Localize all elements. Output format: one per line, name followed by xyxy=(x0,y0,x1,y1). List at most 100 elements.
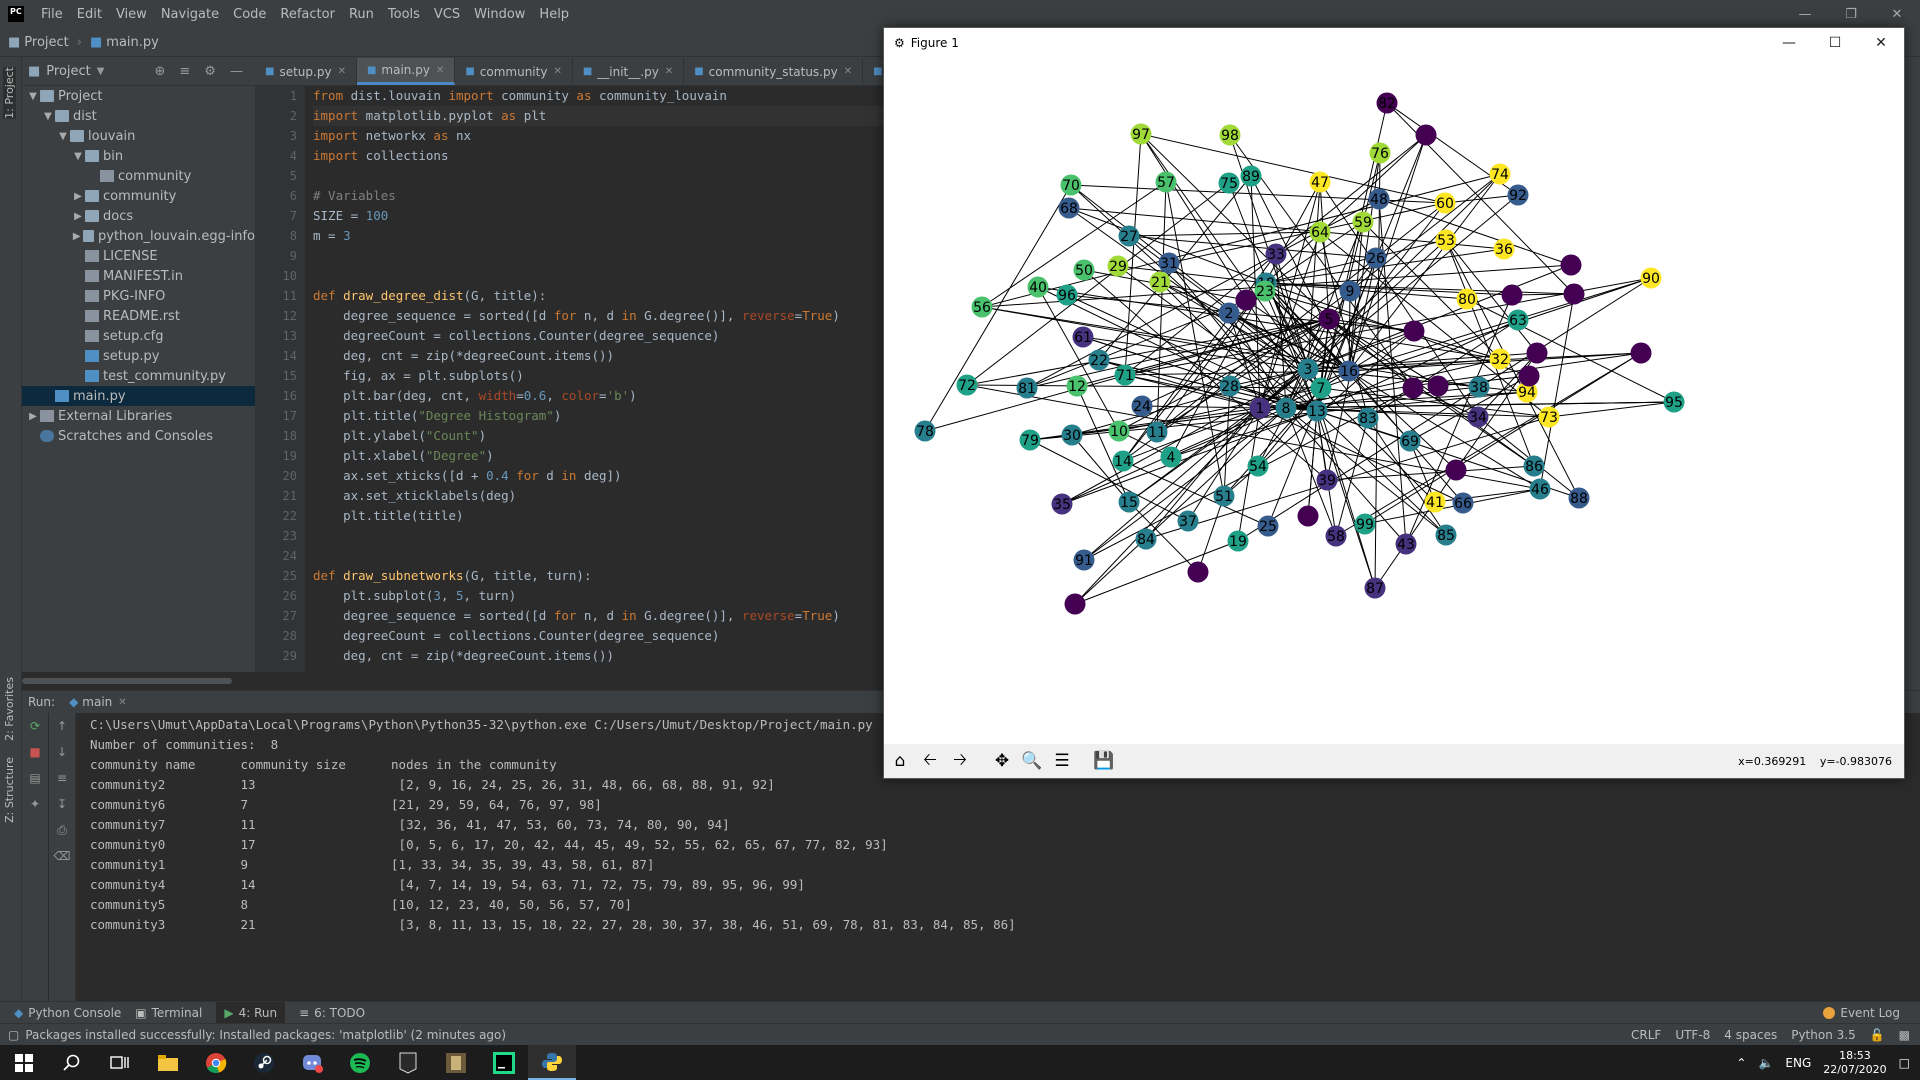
code-line[interactable]: SIZE = 100 xyxy=(313,206,883,226)
soft-wrap-icon[interactable]: ≡ xyxy=(49,765,75,791)
tree-item[interactable]: LICENSE xyxy=(22,246,255,266)
tree-item[interactable]: README.rst xyxy=(22,306,255,326)
indent-setting[interactable]: 4 spaces xyxy=(1724,1028,1777,1042)
gear-icon[interactable]: ⚙ xyxy=(204,64,216,79)
tree-item[interactable]: Scratches and Consoles xyxy=(22,426,255,446)
code-line[interactable]: degreeCount = collections.Counter(degree… xyxy=(313,326,883,346)
code-line[interactable]: degreeCount = collections.Counter(degree… xyxy=(313,626,883,646)
clock[interactable]: 18:53 22/07/2020 xyxy=(1823,1049,1886,1077)
tab-structure[interactable]: Z: Structure xyxy=(3,757,16,823)
tree-item[interactable]: ▼ Project xyxy=(22,86,255,106)
steam-icon[interactable] xyxy=(240,1045,288,1080)
code-line[interactable]: plt.subplot(3, 5, turn) xyxy=(313,586,883,606)
code-line[interactable]: from dist.louvain import community as co… xyxy=(313,86,883,106)
code-line[interactable]: import networkx as nx xyxy=(313,126,883,146)
menu-refactor[interactable]: Refactor xyxy=(273,7,342,22)
code-line[interactable]: import collections xyxy=(313,146,883,166)
task-view-icon[interactable] xyxy=(96,1045,144,1080)
tab-run[interactable]: ▶ 4: Run xyxy=(216,1002,286,1024)
memory-icon[interactable]: ▩ xyxy=(1899,1028,1910,1042)
code-line[interactable]: ​ xyxy=(313,546,883,566)
interpreter[interactable]: Python 3.5 xyxy=(1791,1028,1856,1042)
chevron-down-icon[interactable]: ▼ xyxy=(41,111,55,122)
trash-icon[interactable]: ⌫ xyxy=(49,843,75,869)
menu-vcs[interactable]: VCS xyxy=(427,7,467,22)
code-line[interactable]: plt.title("Degree Histogram") xyxy=(313,406,883,426)
code-line[interactable]: ​ xyxy=(313,166,883,186)
tree-item[interactable]: ▶ python_louvain.egg-info xyxy=(22,226,255,246)
editor-tab[interactable]: ■ __init__.py ✕ xyxy=(573,58,685,85)
close-tab-icon[interactable]: ✕ xyxy=(436,65,444,76)
breadcrumb-project[interactable]: Project xyxy=(24,35,68,50)
tree-item[interactable]: setup.cfg xyxy=(22,326,255,346)
code-line[interactable]: ​ xyxy=(313,246,883,266)
chevron-right-icon[interactable]: ▶ xyxy=(71,191,85,202)
editor-tab[interactable]: ■comm xyxy=(863,58,885,85)
close-tab-icon[interactable]: ✕ xyxy=(118,697,126,708)
tree-item[interactable]: ▶ community xyxy=(22,186,255,206)
configure-subplots-icon[interactable]: ☰ xyxy=(1048,747,1076,775)
forward-icon[interactable]: 🡢 xyxy=(946,747,974,775)
code-line[interactable]: def draw_degree_dist(G, title): xyxy=(313,286,883,306)
chevron-down-icon[interactable]: ▼ xyxy=(26,91,40,102)
close-tab-icon[interactable]: ✕ xyxy=(844,66,852,77)
locate-icon[interactable]: ⊕ xyxy=(154,64,165,79)
run-config-tab[interactable]: ◆ main ✕ xyxy=(69,695,127,709)
file-explorer-icon[interactable] xyxy=(144,1045,192,1080)
event-log-button[interactable]: Event Log xyxy=(1823,1006,1900,1020)
figure-canvas[interactable]: 82 97 98 76 74 47 89 70 57 75 92 48 60 68 59 64 53 27 36 33… xyxy=(884,58,1904,748)
zoom-icon[interactable]: 🔍 xyxy=(1018,747,1046,775)
code-line[interactable]: plt.bar(deg, cnt, width=0.6, color='b') xyxy=(313,386,883,406)
epic-games-icon[interactable] xyxy=(384,1045,432,1080)
chevron-down-icon[interactable]: ▼ xyxy=(71,151,85,162)
search-icon[interactable] xyxy=(48,1045,96,1080)
language-indicator[interactable]: ENG xyxy=(1785,1056,1811,1070)
tree-item[interactable]: ▶ docs xyxy=(22,206,255,226)
tab-project[interactable]: 1: Project xyxy=(3,67,16,119)
menu-view[interactable]: View xyxy=(109,7,154,22)
menu-navigate[interactable]: Navigate xyxy=(154,7,226,22)
code-line[interactable]: fig, ax = plt.subplots() xyxy=(313,366,883,386)
home-icon[interactable]: ⌂ xyxy=(886,747,914,775)
close-tab-icon[interactable]: ✕ xyxy=(338,66,346,77)
code-line[interactable]: degree_sequence = sorted([d for n, d in … xyxy=(313,306,883,326)
back-icon[interactable]: 🡠 xyxy=(916,747,944,775)
code-line[interactable]: def draw_subnetworks(G, title, turn): xyxy=(313,566,883,586)
breadcrumb-file[interactable]: main.py xyxy=(106,35,159,50)
pin-icon[interactable]: ✦ xyxy=(22,791,48,817)
pan-icon[interactable]: ✥ xyxy=(988,747,1016,775)
tree-item[interactable]: ▼ bin xyxy=(22,146,255,166)
editor-tab[interactable]: ■ community ✕ xyxy=(455,58,573,85)
arrow-down-icon[interactable]: ↓ xyxy=(49,739,75,765)
menu-window[interactable]: Window xyxy=(467,7,532,22)
print-icon[interactable]: ⎙ xyxy=(49,817,75,843)
tree-item[interactable]: MANIFEST.in xyxy=(22,266,255,286)
code-editor[interactable]: from dist.louvain import community as co… xyxy=(313,86,883,672)
code-line[interactable]: plt.title(title) xyxy=(313,506,883,526)
tab-favorites[interactable]: 2: Favorites xyxy=(3,677,16,741)
editor-tab[interactable]: ■ setup.py ✕ xyxy=(255,58,357,85)
network-graph[interactable]: 8297 987674478970 57 759248 60685964 53273633… xyxy=(884,58,1904,748)
discord-icon[interactable] xyxy=(288,1045,336,1080)
editor-tab[interactable]: ■ main.py ✕ xyxy=(356,58,456,85)
code-line[interactable]: # Variables xyxy=(313,186,883,206)
spotify-icon[interactable] xyxy=(336,1045,384,1080)
chevron-down-icon[interactable]: ▼ xyxy=(97,66,105,77)
code-line[interactable]: deg, cnt = zip(*degreeCount.items()) xyxy=(313,346,883,366)
restore-icon[interactable]: ❐ xyxy=(1828,0,1874,28)
stop-icon[interactable]: ■ xyxy=(22,739,48,765)
chevron-right-icon[interactable]: ▶ xyxy=(26,411,40,422)
code-line[interactable]: ax.set_xticks([d + 0.4 for d in deg]) xyxy=(313,466,883,486)
close-tab-icon[interactable]: ✕ xyxy=(665,66,673,77)
python-figure-taskbar-icon[interactable] xyxy=(528,1045,576,1080)
tree-item[interactable]: PKG-INFO xyxy=(22,286,255,306)
close-tab-icon[interactable]: ✕ xyxy=(553,66,561,77)
tree-item[interactable]: ▼ dist xyxy=(22,106,255,126)
code-line[interactable]: ax.set_xticklabels(deg) xyxy=(313,486,883,506)
line-separator[interactable]: CRLF xyxy=(1631,1028,1661,1042)
tree-item[interactable]: community xyxy=(22,166,255,186)
chevron-down-icon[interactable]: ▼ xyxy=(56,131,70,142)
tree-item[interactable]: ▼ louvain xyxy=(22,126,255,146)
tree-item[interactable]: ▶ External Libraries xyxy=(22,406,255,426)
figure-close-icon[interactable]: ✕ xyxy=(1858,28,1904,58)
